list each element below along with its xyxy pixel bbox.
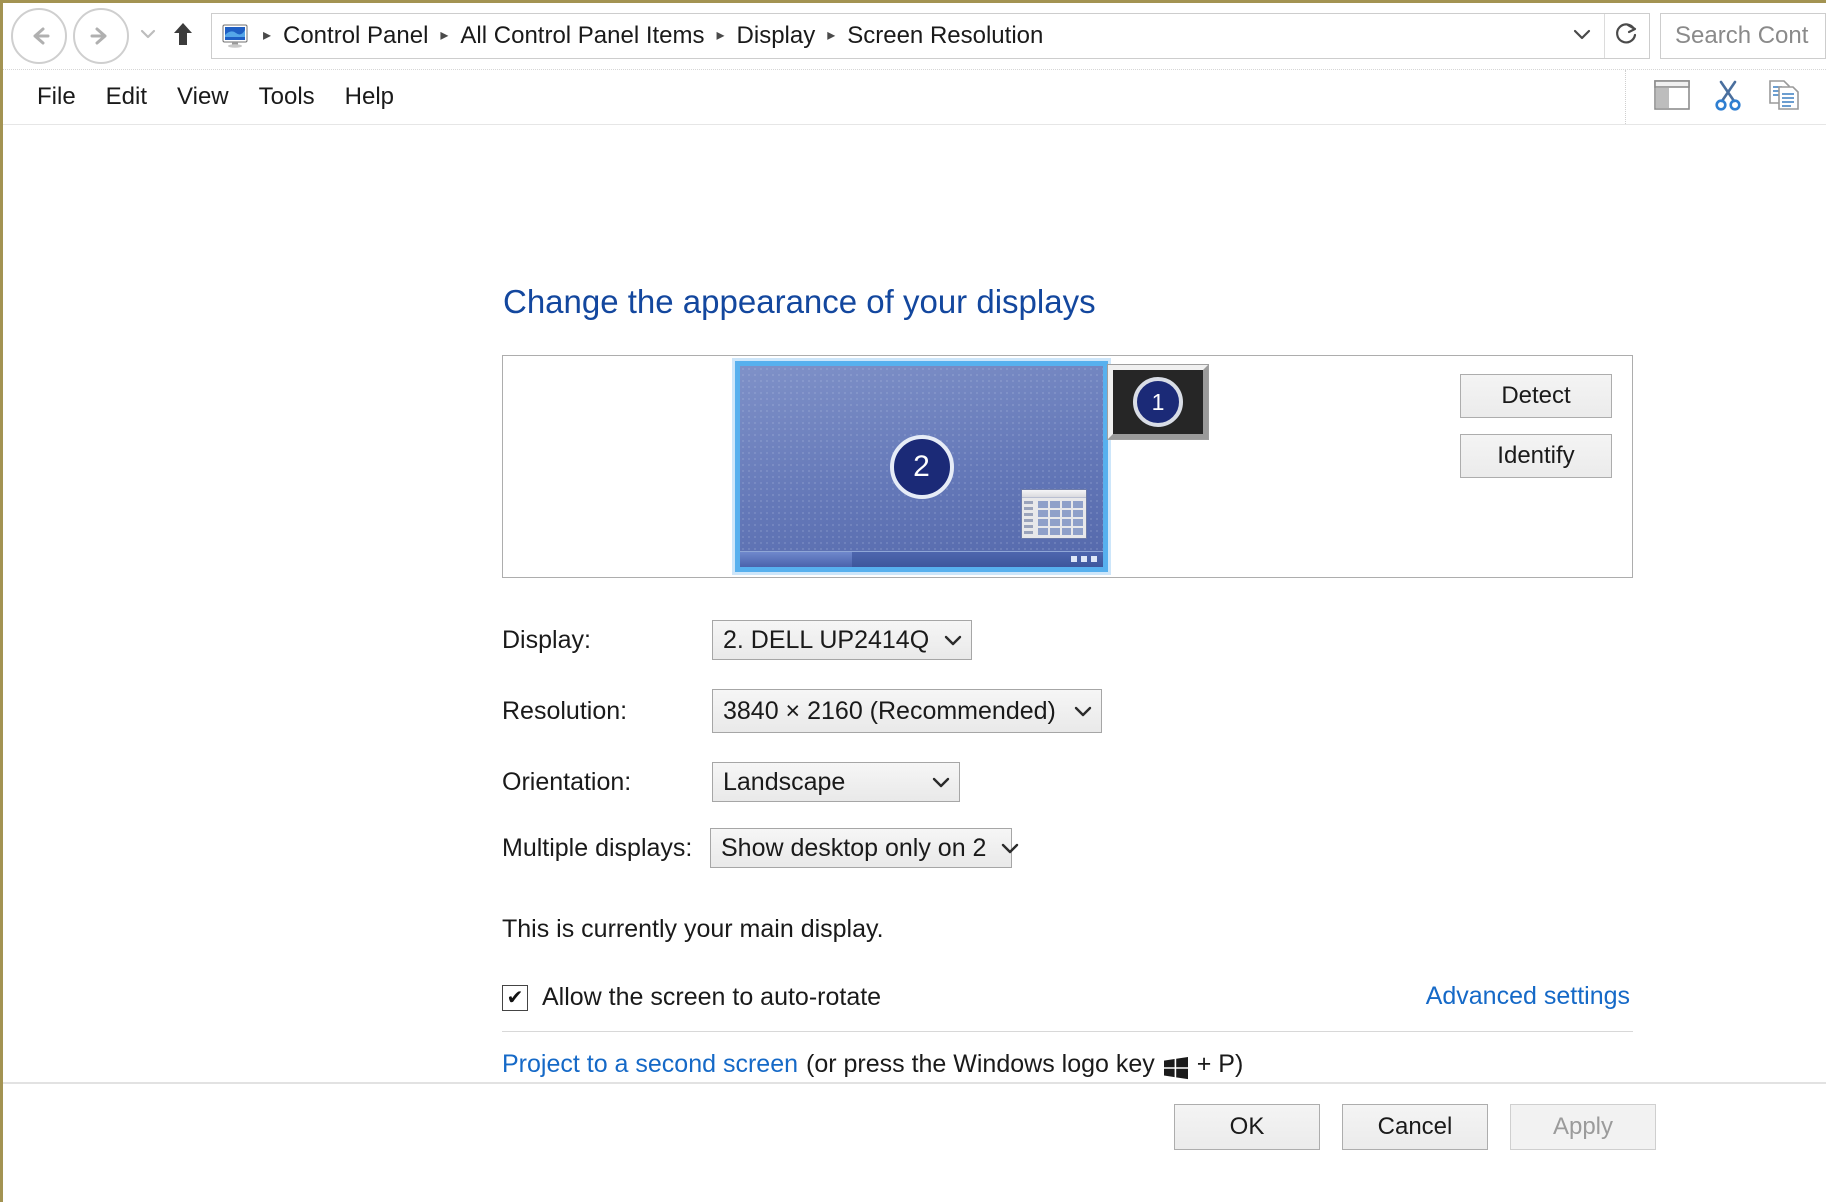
auto-rotate-checkbox[interactable]: ✔ — [502, 984, 528, 1011]
advanced-settings-link[interactable]: Advanced settings — [1426, 982, 1630, 1011]
orientation-dropdown-value: Landscape — [723, 767, 846, 796]
refresh-icon — [1615, 22, 1639, 51]
main-content: Change the appearance of your displays D… — [3, 125, 1826, 1202]
cut-button[interactable] — [1700, 75, 1756, 119]
breadcrumb-item-screen-resolution[interactable]: Screen Resolution — [844, 22, 1046, 50]
address-bar-container: ▸ Control Panel ▸ All Control Panel Item… — [3, 3, 1826, 69]
menu-edit[interactable]: Edit — [94, 77, 159, 117]
chevron-down-icon — [140, 27, 156, 45]
up-one-level-button[interactable] — [161, 10, 205, 62]
section-divider — [502, 1031, 1633, 1032]
multiple-displays-dropdown-value: Show desktop only on 2 — [721, 833, 987, 862]
orientation-label: Orientation: — [502, 767, 632, 796]
breadcrumb-address-bar[interactable]: ▸ Control Panel ▸ All Control Panel Item… — [211, 13, 1650, 59]
detect-button[interactable]: Detect — [1460, 374, 1612, 418]
dialog-footer: OK Cancel Apply — [3, 1082, 1826, 1202]
menu-file[interactable]: File — [25, 77, 88, 117]
breadcrumb-separator: ▸ — [827, 27, 836, 44]
multiple-displays-selector-row: Multiple displays: Show desktop only on … — [502, 828, 1019, 868]
menu-tools[interactable]: Tools — [247, 77, 327, 117]
control-panel-window: ▸ Control Panel ▸ All Control Panel Item… — [0, 0, 1826, 1202]
display-selector-row: Display: 2. DELL UP2414Q — [502, 620, 972, 660]
menu-view[interactable]: View — [165, 77, 241, 117]
display-dropdown-value: 2. DELL UP2414Q — [723, 625, 930, 654]
checkmark-icon: ✔ — [506, 986, 524, 1009]
breadcrumb-item-display[interactable]: Display — [734, 22, 819, 50]
resolution-label: Resolution: — [502, 696, 628, 725]
recent-locations-button[interactable] — [135, 10, 161, 62]
display-thumbnail-2[interactable]: 2 — [735, 361, 1108, 572]
auto-rotate-label: Allow the screen to auto-rotate — [542, 983, 882, 1011]
back-arrow-icon — [24, 21, 54, 51]
preview-action-buttons: Detect Identify — [1460, 374, 1612, 478]
back-button[interactable] — [11, 8, 67, 64]
search-placeholder: Search Cont — [1675, 22, 1809, 49]
breadcrumb-separator: ▸ — [716, 27, 725, 44]
display-label: Display: — [502, 625, 591, 654]
toolbar — [1625, 70, 1812, 124]
project-to-second-screen-link[interactable]: Project to a second screen — [502, 1050, 798, 1079]
display-number-badge-1: 1 — [1133, 377, 1183, 427]
chevron-down-icon — [931, 775, 951, 789]
refresh-button[interactable] — [1604, 14, 1649, 58]
search-input[interactable]: Search Cont — [1660, 13, 1826, 59]
dialog-buttons: OK Cancel Apply — [1174, 1104, 1656, 1150]
menu-bar: File Edit View Tools Help — [3, 69, 1826, 125]
chevron-down-icon — [1572, 27, 1592, 46]
breadcrumb-item-all-control-panel-items[interactable]: All Control Panel Items — [457, 22, 707, 50]
resolution-dropdown[interactable]: 3840 × 2160 (Recommended) — [712, 689, 1102, 733]
desktop-window-thumbnail-icon — [1021, 489, 1087, 539]
display-thumbnail-1[interactable]: 1 — [1107, 364, 1209, 440]
multiple-displays-dropdown[interactable]: Show desktop only on 2 — [710, 828, 1019, 868]
orientation-selector-row: Orientation: Landscape — [502, 762, 960, 802]
copy-button[interactable] — [1756, 75, 1812, 119]
taskbar-thumbnail — [740, 551, 1103, 567]
cut-scissors-icon — [1712, 79, 1744, 116]
address-bar-controls — [1560, 14, 1649, 58]
breadcrumb-separator: ▸ — [262, 27, 272, 44]
menu-help[interactable]: Help — [333, 77, 406, 117]
display-number-badge-2: 2 — [889, 434, 954, 499]
chevron-down-icon — [1000, 841, 1020, 855]
apply-button: Apply — [1510, 1104, 1656, 1150]
display-dropdown[interactable]: 2. DELL UP2414Q — [712, 620, 972, 660]
up-arrow-icon — [170, 19, 196, 54]
multiple-displays-label: Multiple displays: — [502, 833, 693, 862]
breadcrumb-item-control-panel[interactable]: Control Panel — [280, 22, 431, 50]
chevron-down-icon — [1073, 704, 1093, 718]
project-hint-suffix: + P) — [1196, 1050, 1244, 1078]
auto-rotate-row[interactable]: ✔ Allow the screen to auto-rotate — [502, 983, 881, 1012]
forward-arrow-icon — [86, 21, 116, 51]
cancel-button[interactable]: Cancel — [1342, 1104, 1488, 1150]
copy-icon — [1767, 79, 1801, 116]
ok-button[interactable]: OK — [1174, 1104, 1320, 1150]
identify-button[interactable]: Identify — [1460, 434, 1612, 478]
breadcrumb-separator: ▸ — [440, 27, 449, 44]
main-display-note: This is currently your main display. — [502, 915, 884, 943]
display-monitor-icon — [220, 23, 250, 49]
preview-pane-button[interactable] — [1644, 75, 1700, 119]
preview-pane-icon — [1654, 79, 1690, 115]
page-title: Change the appearance of your displays — [503, 283, 1096, 320]
project-hint-prefix: (or press the Windows logo key — [806, 1050, 1155, 1078]
orientation-dropdown[interactable]: Landscape — [712, 762, 960, 802]
resolution-selector-row: Resolution: 3840 × 2160 (Recommended) — [502, 689, 1102, 733]
chevron-down-icon — [943, 633, 963, 647]
address-dropdown-button[interactable] — [1560, 14, 1604, 58]
forward-button[interactable] — [73, 8, 129, 64]
breadcrumb: ▸ Control Panel ▸ All Control Panel Item… — [212, 22, 1560, 50]
resolution-dropdown-value: 3840 × 2160 (Recommended) — [723, 696, 1056, 725]
windows-logo-icon — [1163, 1056, 1189, 1080]
project-second-screen-line: Project to a second screen (or press the… — [502, 1050, 1243, 1079]
